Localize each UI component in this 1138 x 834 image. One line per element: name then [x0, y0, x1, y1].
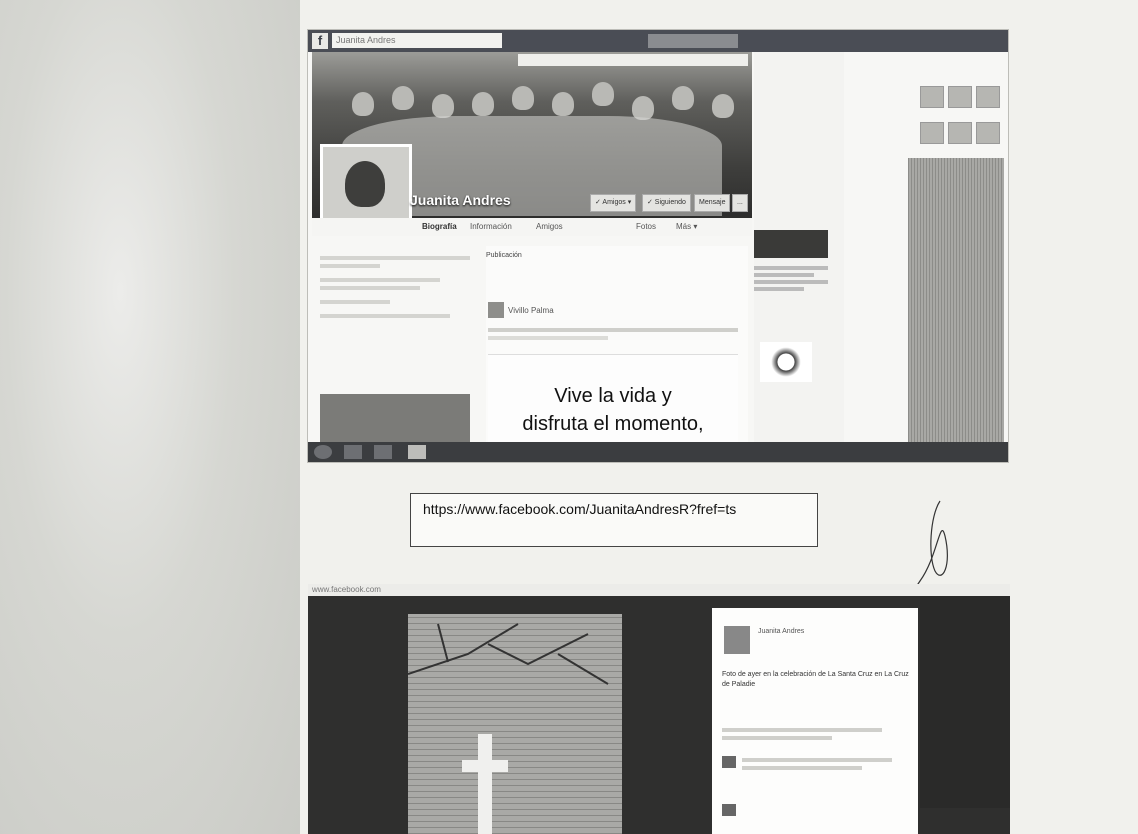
panel-profile-name[interactable]: Juanita Andres	[758, 628, 804, 635]
comment-line	[742, 766, 862, 770]
app-icon[interactable]	[920, 86, 944, 108]
photo-detail-panel: Juanita Andres Foto de ayer en la celebr…	[712, 608, 918, 834]
cover-person	[712, 94, 734, 118]
photos-strip[interactable]	[320, 394, 470, 446]
post-avatar[interactable]	[488, 302, 504, 318]
app-icon[interactable]	[948, 86, 972, 108]
commenter-avatar[interactable]	[722, 804, 736, 816]
cover-person	[432, 94, 454, 118]
tab-photos[interactable]: Fotos	[636, 222, 656, 231]
facebook-photo-viewer-screenshot: Juanita Andres Foto de ayer en la celebr…	[308, 596, 1010, 834]
info-line	[320, 278, 440, 282]
taskbar-app-icon[interactable]	[374, 445, 392, 459]
facebook-profile-screenshot: f Juanita Andres Juanita Andres ✓ Amigos…	[308, 30, 1008, 462]
info-line	[320, 256, 470, 260]
quote-line: Vive la vida y	[554, 385, 672, 407]
comment-line	[722, 728, 882, 732]
avatar[interactable]	[724, 626, 750, 654]
tab-about[interactable]: Información	[470, 222, 512, 231]
tab-timeline[interactable]: Biografía	[422, 222, 457, 231]
side-icons	[920, 86, 1000, 108]
sidebar-image[interactable]	[760, 342, 812, 382]
tab-more[interactable]: Más ▾	[676, 222, 697, 231]
app-icon[interactable]	[920, 122, 944, 144]
facebook-logo-icon[interactable]: f	[312, 33, 328, 49]
app-icon[interactable]	[976, 122, 1000, 144]
post-text	[488, 328, 738, 332]
windows-taskbar	[308, 442, 1008, 462]
chat-sidebar	[908, 158, 1004, 446]
commenter-avatar[interactable]	[722, 756, 736, 768]
quote-line: disfruta el momento,	[522, 413, 704, 435]
sidebar-text	[754, 266, 828, 291]
taskbar-app-icon[interactable]	[344, 445, 362, 459]
info-line	[320, 314, 450, 318]
post-text	[488, 336, 608, 340]
message-button[interactable]: Mensaje	[694, 194, 731, 212]
url-text: www.facebook.com	[312, 585, 381, 594]
following-button[interactable]: ✓ Siguiendo	[642, 194, 691, 212]
start-icon[interactable]	[314, 445, 332, 459]
friends-button[interactable]: ✓ Amigos ▾	[590, 194, 637, 212]
comment-line	[742, 758, 892, 762]
cover-banner-text	[518, 54, 748, 66]
cover-person	[552, 92, 574, 116]
tree-branches	[408, 623, 609, 685]
post-composer-tab[interactable]: Publicación	[486, 252, 522, 259]
side-icons	[920, 122, 1000, 144]
cross-horizontal	[462, 760, 508, 772]
cross-vertical	[478, 734, 492, 834]
left-page-margin	[0, 0, 300, 834]
sidebar-thumbnail[interactable]	[754, 230, 828, 258]
browser-url-bar[interactable]: www.facebook.com	[308, 584, 1010, 596]
cover-person	[392, 86, 414, 110]
cover-person	[592, 82, 614, 106]
viewer-background	[920, 596, 1010, 808]
intro-column	[320, 248, 480, 448]
top-bar-block	[648, 34, 738, 48]
post-author[interactable]: Vivillo Palma	[508, 306, 554, 315]
cover-person	[512, 86, 534, 110]
app-icon[interactable]	[976, 86, 1000, 108]
info-line	[320, 300, 390, 304]
cover-person	[352, 92, 374, 116]
cross-photo[interactable]	[408, 614, 622, 834]
tab-friends[interactable]: Amigos	[536, 222, 563, 231]
profile-nav: Biografía Información Amigos Fotos Más ▾	[312, 218, 752, 236]
url-caption-box: https://www.facebook.com/JuanitaAndresR?…	[410, 493, 818, 547]
taskbar-app-icon[interactable]	[408, 445, 426, 459]
comment-line	[722, 736, 832, 740]
search-input[interactable]: Juanita Andres	[332, 33, 502, 48]
info-line	[320, 286, 420, 290]
avatar	[345, 161, 385, 207]
info-line	[320, 264, 380, 268]
profile-name[interactable]: Juanita Andres	[410, 192, 511, 208]
more-options-button[interactable]: ...	[732, 194, 748, 212]
cover-person	[472, 92, 494, 116]
app-icon[interactable]	[948, 122, 972, 144]
cover-person	[672, 86, 694, 110]
photo-caption: Foto de ayer en la celebración de La San…	[722, 671, 909, 688]
profile-url[interactable]: https://www.facebook.com/JuanitaAndresR?…	[423, 501, 736, 517]
